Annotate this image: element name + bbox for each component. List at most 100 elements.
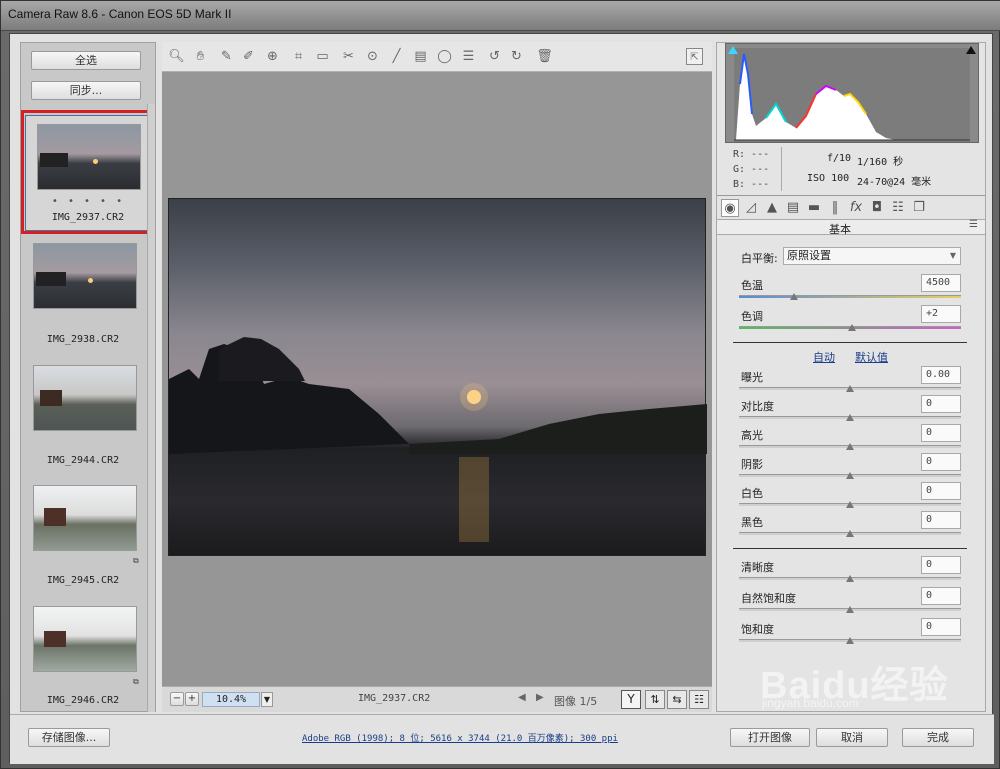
tint-label: 色调 <box>741 310 763 323</box>
exposure-slider-thumb[interactable] <box>846 385 854 392</box>
spot-removal-icon[interactable]: ✂ <box>340 48 357 65</box>
divider <box>717 195 985 196</box>
detail-tab-icon[interactable]: ▲ <box>763 199 781 217</box>
zoom-out-button[interactable]: − <box>170 692 184 706</box>
before-after-icon[interactable]: Y <box>621 690 641 709</box>
tint-slider-thumb[interactable] <box>848 324 856 331</box>
exposure-field[interactable]: 0.00 <box>921 366 961 384</box>
shadows-field[interactable]: 0 <box>921 453 961 471</box>
thumbnail-image[interactable] <box>33 243 137 309</box>
red-eye-icon[interactable]: ⊙ <box>364 48 381 65</box>
color-sampler-icon[interactable]: ✐ <box>240 48 257 65</box>
contrast-slider-thumb[interactable] <box>846 414 854 421</box>
straighten-icon[interactable]: ▭ <box>314 48 331 65</box>
saturation-field[interactable]: 0 <box>921 618 961 636</box>
contrast-field[interactable]: 0 <box>921 395 961 413</box>
thumbnail-image[interactable] <box>33 365 137 431</box>
preferences-icon[interactable]: ☰ <box>460 48 477 65</box>
next-image-icon[interactable]: ▶ <box>536 692 544 703</box>
blacks-slider-thumb[interactable] <box>846 530 854 537</box>
presets-tab-icon[interactable]: ☷ <box>889 199 907 217</box>
iso-value: ISO 100 <box>807 173 850 184</box>
temp-slider[interactable] <box>739 295 961 298</box>
swap-settings-icon[interactable]: ⇅ <box>645 690 665 709</box>
saturation-slider-thumb[interactable] <box>846 637 854 644</box>
rotate-cw-icon[interactable]: ↻ <box>508 48 525 65</box>
thumbnail-image <box>37 124 141 190</box>
sync-button[interactable]: 同步... <box>31 81 141 100</box>
panel-menu-icon[interactable]: ☰ <box>969 219 978 230</box>
whites-field[interactable]: 0 <box>921 482 961 500</box>
thumbnail-filename: IMG_2944.CR2 <box>46 455 120 466</box>
effects-tab-icon[interactable]: fx <box>847 199 865 217</box>
white-balance-select[interactable]: 原照设置 ▼ <box>783 247 961 265</box>
highlight-clipping-icon[interactable] <box>966 46 976 54</box>
blue-readout: B: --- <box>733 179 770 190</box>
vibrance-slider-thumb[interactable] <box>846 606 854 613</box>
workflow-options-link[interactable]: Adobe RGB (1998); 8 位; 5616 x 3744 (21.0… <box>302 731 618 744</box>
thumbnail-filename: IMG_2945.CR2 <box>46 575 120 586</box>
save-image-button[interactable]: 存储图像... <box>28 728 110 747</box>
shadows-slider-thumb[interactable] <box>846 472 854 479</box>
edited-badge-icon: ⧉ <box>133 677 139 686</box>
image-preview-area[interactable] <box>162 72 712 686</box>
shadow-clipping-icon[interactable] <box>728 46 738 54</box>
dialog-client: 全选 同步... • • • • • IMG_2937.CR2 IMG_2938 <box>9 33 994 764</box>
toggle-settings-icon[interactable]: ☷ <box>689 690 709 709</box>
trash-icon[interactable]: 🗑︎ <box>536 48 553 65</box>
selected-thumbnail-frame[interactable]: • • • • • IMG_2937.CR2 <box>21 110 153 234</box>
hsl-tab-icon[interactable]: ▤ <box>784 199 802 217</box>
highlights-field[interactable]: 0 <box>921 424 961 442</box>
adjustments-panel: R: --- G: --- B: --- f/10 1/160 秒 ISO 10… <box>716 42 986 712</box>
rating-stars[interactable]: • • • • • <box>26 196 150 207</box>
zoom-in-button[interactable]: + <box>185 692 199 706</box>
temp-slider-thumb[interactable] <box>790 293 798 300</box>
done-button[interactable]: 完成 <box>902 728 974 747</box>
zoom-dropdown-icon[interactable]: ▼ <box>261 692 273 707</box>
open-image-button[interactable]: 打开图像 <box>730 728 810 747</box>
cancel-button[interactable]: 取消 <box>816 728 888 747</box>
blacks-field[interactable]: 0 <box>921 511 961 529</box>
default-link[interactable]: 默认值 <box>855 349 888 365</box>
temp-field[interactable]: 4500 <box>921 274 961 292</box>
clarity-slider-thumb[interactable] <box>846 575 854 582</box>
select-all-button[interactable]: 全选 <box>31 51 141 70</box>
tower-silhouette <box>40 153 68 167</box>
thumbnail-image[interactable] <box>33 606 137 672</box>
basic-tab-icon[interactable]: ◉ <box>721 199 739 217</box>
rotate-ccw-icon[interactable]: ↺ <box>486 48 503 65</box>
target-adjust-icon[interactable]: ⊕ <box>264 48 281 65</box>
white-balance-icon[interactable]: ✎ <box>218 48 235 65</box>
title-bar: Camera Raw 8.6 - Canon EOS 5D Mark II <box>1 1 1000 31</box>
tower-silhouette <box>40 390 62 406</box>
adjustment-brush-icon[interactable]: ╱ <box>388 48 405 65</box>
snapshots-tab-icon[interactable]: ❐ <box>910 199 928 217</box>
zoom-tool-icon[interactable]: 🔍︎ <box>168 48 185 65</box>
tint-field[interactable]: +2 <box>921 305 961 323</box>
whites-slider-thumb[interactable] <box>846 501 854 508</box>
graduated-filter-icon[interactable]: ▤ <box>412 48 429 65</box>
tone-curve-tab-icon[interactable]: ◿ <box>742 199 760 217</box>
crop-icon[interactable]: ⌗ <box>290 48 307 65</box>
split-toning-tab-icon[interactable]: ▬ <box>805 199 823 217</box>
red-readout: R: --- <box>733 149 770 160</box>
sun <box>93 159 98 164</box>
lens-tab-icon[interactable]: ‖ <box>826 199 844 217</box>
tool-bar: 🔍︎ ✋︎ ✎ ✐ ⊕ ⌗ ▭ ✂ ⊙ ╱ ▤ ◯ ☰ ↺ ↻ 🗑︎ ⇱ <box>162 42 712 72</box>
thumbnail-image[interactable] <box>33 485 137 551</box>
filmstrip-panel: 全选 同步... • • • • • IMG_2937.CR2 IMG_2938 <box>20 42 156 712</box>
auto-link[interactable]: 自动 <box>813 349 835 365</box>
clarity-field[interactable]: 0 <box>921 556 961 574</box>
vibrance-field[interactable]: 0 <box>921 587 961 605</box>
tower-silhouette <box>44 508 66 526</box>
zoom-level-field[interactable]: 10.4% <box>202 692 260 707</box>
highlights-slider-thumb[interactable] <box>846 443 854 450</box>
camera-calibration-tab-icon[interactable]: ◘ <box>868 199 886 217</box>
previous-image-icon[interactable]: ◀ <box>518 692 526 703</box>
copy-settings-icon[interactable]: ⇆ <box>667 690 687 709</box>
fullscreen-icon[interactable]: ⇱ <box>686 48 703 65</box>
tower-silhouette <box>44 631 66 647</box>
hand-tool-icon[interactable]: ✋︎ <box>192 48 209 65</box>
radial-filter-icon[interactable]: ◯ <box>436 48 453 65</box>
filmstrip-scrollbar[interactable] <box>147 104 155 712</box>
